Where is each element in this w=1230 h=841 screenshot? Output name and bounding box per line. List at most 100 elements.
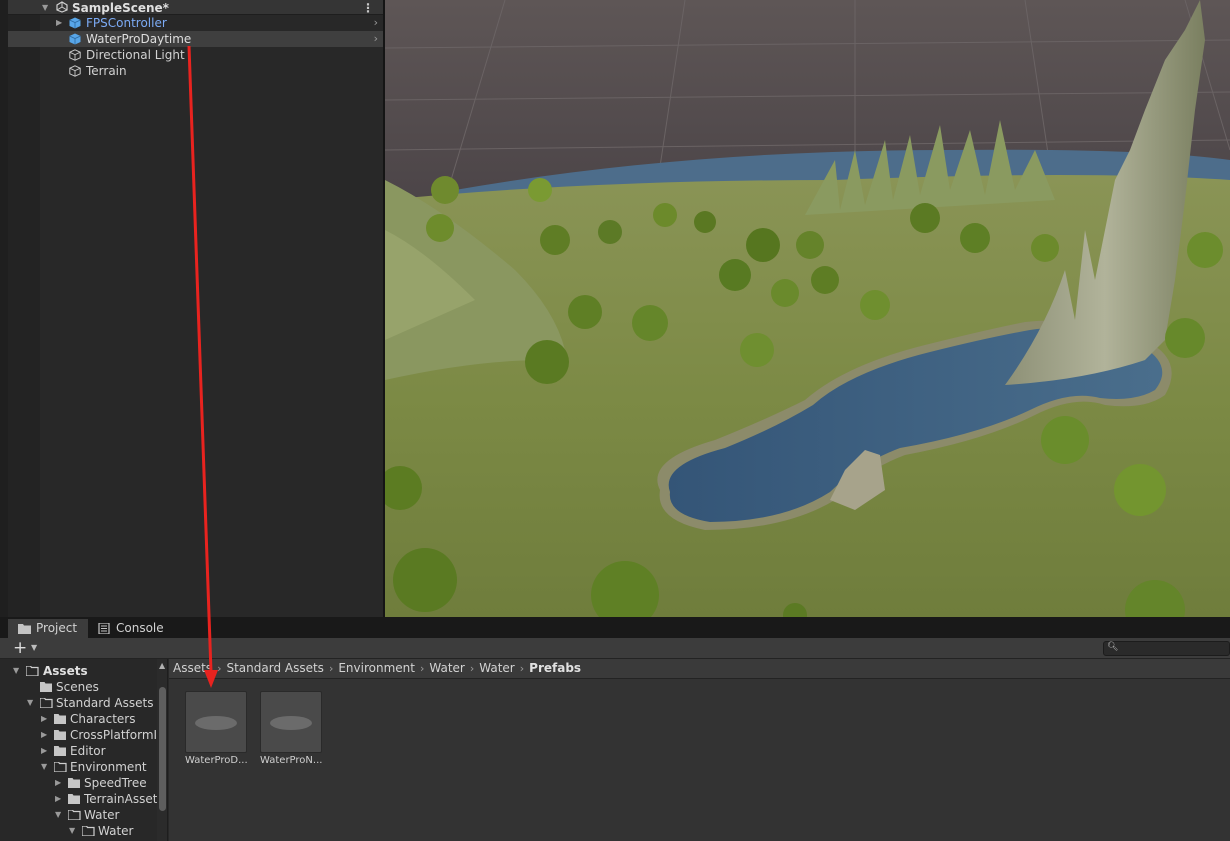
asset-name: WaterProD...	[185, 755, 248, 766]
tree-item-label: Editor	[70, 744, 106, 758]
create-add-button[interactable]: +	[13, 639, 27, 657]
tree-item-terrainassets[interactable]: ▶ TerrainAssets	[0, 791, 158, 807]
tree-item-assets[interactable]: ▼ Assets	[0, 663, 158, 679]
tree-item-characters[interactable]: ▶ Characters	[0, 711, 158, 727]
expand-right-arrow-icon[interactable]: ▶	[55, 791, 61, 807]
breadcrumb-separator-icon: ›	[469, 662, 475, 675]
expand-right-arrow-icon[interactable]: ▶	[55, 775, 61, 791]
hierarchy-panel: ▼ SampleScene* ⋮ ▶ FPSController › Water…	[0, 0, 383, 617]
tab-label: Console	[116, 621, 164, 635]
expand-down-arrow-icon[interactable]: ▼	[27, 695, 33, 711]
scene-root-row[interactable]: ▼ SampleScene* ⋮	[8, 0, 383, 15]
hierarchy-item-directional-light[interactable]: Directional Light	[8, 47, 383, 63]
asset-thumbnail[interactable]	[185, 691, 247, 753]
folder-icon	[68, 794, 80, 804]
tree-item-crossplatforminput[interactable]: ▶ CrossPlatformIn	[0, 727, 158, 743]
tree-item-speedtree[interactable]: ▶ SpeedTree	[0, 775, 158, 791]
scene-view[interactable]	[385, 0, 1230, 617]
folder-icon	[54, 714, 66, 724]
breadcrumb-item[interactable]: Water	[479, 661, 514, 675]
console-icon	[98, 623, 110, 634]
prefab-cube-icon	[69, 33, 81, 45]
chevron-down-icon[interactable]: ▼	[31, 643, 37, 652]
open-folder-icon	[54, 762, 67, 772]
breadcrumb: Assets › Standard Assets › Environment › Water…	[169, 659, 1230, 679]
hierarchy-item-label: Terrain	[86, 64, 127, 78]
tree-item-label: Assets	[43, 664, 88, 678]
asset-browser: Assets › Standard Assets › Environment › Water…	[169, 659, 1230, 841]
prefab-cube-icon	[69, 17, 81, 29]
hierarchy-item-label: Directional Light	[86, 48, 185, 62]
tree-item-environment[interactable]: ▼ Environment	[0, 759, 158, 775]
expand-right-arrow-icon[interactable]: ▶	[41, 711, 47, 727]
tree-item-scenes[interactable]: Scenes	[0, 679, 158, 695]
expand-down-arrow-icon[interactable]: ▼	[69, 823, 75, 839]
folder-icon	[68, 778, 80, 788]
hierarchy-gutter	[8, 0, 40, 617]
tree-item-label: SpeedTree	[84, 776, 147, 790]
breadcrumb-current: Prefabs	[529, 661, 582, 675]
scene-name: SampleScene*	[72, 1, 169, 15]
asset-thumbnail[interactable]	[260, 691, 322, 753]
breadcrumb-item[interactable]: Environment	[338, 661, 415, 675]
folder-icon	[54, 730, 66, 740]
chevron-right-icon[interactable]: ›	[374, 15, 378, 31]
expand-down-arrow-icon[interactable]: ▼	[41, 759, 47, 775]
scroll-up-arrow-icon[interactable]: ▲	[159, 661, 165, 670]
hierarchy-item-label: FPSController	[86, 16, 167, 30]
tree-item-standard-assets[interactable]: ▼ Standard Assets	[0, 695, 158, 711]
project-toolbar: + ▼ 🔍︎	[0, 638, 1230, 659]
search-icon: 🔍︎	[1107, 642, 1119, 652]
tree-item-label: Characters	[70, 712, 136, 726]
expand-down-arrow-icon[interactable]: ▼	[55, 807, 61, 823]
breadcrumb-separator-icon: ›	[217, 662, 222, 675]
tree-item-label: TerrainAssets	[84, 792, 158, 806]
search-input[interactable]: 🔍︎	[1103, 641, 1230, 656]
hierarchy-item-label: WaterProDaytime	[86, 32, 192, 46]
expand-right-arrow-icon[interactable]: ▶	[41, 727, 47, 743]
tree-item-label: Standard Assets	[56, 696, 154, 710]
breadcrumb-item[interactable]: Assets	[173, 661, 212, 675]
asset-item-waterprodaytime[interactable]: WaterProD...	[185, 691, 248, 766]
hierarchy-item-waterprodaytime[interactable]: WaterProDaytime ›	[8, 31, 383, 47]
hierarchy-left-edge	[0, 0, 8, 617]
scrollbar-thumb[interactable]	[159, 687, 166, 811]
open-folder-icon	[68, 810, 81, 820]
folder-icon	[40, 682, 52, 692]
scene-menu-kebab-icon[interactable]: ⋮	[362, 0, 374, 16]
tree-item-label: Environment	[70, 760, 147, 774]
tree-item-label: Water	[98, 824, 134, 838]
tree-item-water[interactable]: ▼ Water	[0, 807, 158, 823]
tab-console[interactable]: Console	[88, 619, 168, 638]
open-folder-icon	[82, 826, 95, 836]
expand-right-arrow-icon[interactable]: ▶	[41, 743, 47, 759]
tree-scrollbar[interactable]: ▲	[157, 659, 167, 841]
tree-item-label: Water	[84, 808, 120, 822]
gameobject-cube-icon	[69, 65, 81, 77]
breadcrumb-item[interactable]: Water	[429, 661, 464, 675]
tree-item-label: CrossPlatformIn	[70, 728, 158, 742]
breadcrumb-item[interactable]: Standard Assets	[226, 661, 323, 675]
chevron-right-icon[interactable]: ›	[374, 31, 378, 47]
water-plane-preview-icon	[195, 716, 237, 730]
project-panel: Project Console + ▼ 🔍︎ ▼ Assets Scenes ▼…	[0, 617, 1230, 841]
open-folder-icon	[40, 698, 53, 708]
unity-scene-icon	[56, 1, 68, 13]
bottom-tab-bar: Project Console	[0, 617, 1230, 638]
asset-item-waterpronighttime[interactable]: WaterProN...	[260, 691, 322, 766]
expand-down-arrow-icon[interactable]: ▼	[13, 663, 19, 679]
tree-item-water-sub[interactable]: ▼ Water	[0, 823, 158, 839]
folder-icon	[54, 746, 66, 756]
tree-item-editor[interactable]: ▶ Editor	[0, 743, 158, 759]
hierarchy-item-fpscontroller[interactable]: ▶ FPSController ›	[8, 15, 383, 31]
expand-right-arrow-icon[interactable]: ▶	[56, 15, 62, 31]
folder-icon	[18, 624, 31, 634]
tab-project[interactable]: Project	[8, 619, 88, 638]
hierarchy-item-terrain[interactable]: Terrain	[8, 63, 383, 79]
breadcrumb-separator-icon: ›	[419, 662, 425, 675]
gameobject-cube-icon	[69, 49, 81, 61]
breadcrumb-separator-icon: ›	[328, 662, 334, 675]
water-plane-preview-icon	[270, 716, 312, 730]
breadcrumb-separator-icon: ›	[519, 662, 525, 675]
expand-down-arrow-icon[interactable]: ▼	[42, 0, 48, 16]
